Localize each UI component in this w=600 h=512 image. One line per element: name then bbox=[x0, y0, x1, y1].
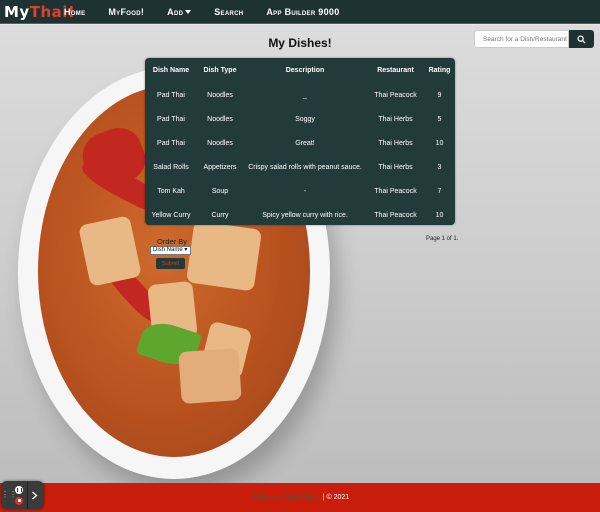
nav-add-dropdown[interactable]: Add bbox=[167, 6, 192, 17]
expand-button[interactable] bbox=[27, 481, 41, 509]
cell-dish-type: Appetizers bbox=[203, 163, 237, 171]
cell-dish-name: Pad Thai bbox=[157, 115, 185, 123]
cell-description: Soggy bbox=[295, 115, 315, 123]
cell-description: Spicy yellow curry with rice. bbox=[262, 211, 348, 219]
chicken-shape bbox=[186, 220, 262, 292]
page-title: My Dishes! bbox=[268, 36, 332, 50]
caret-down-icon bbox=[185, 10, 192, 15]
recorder-widget: ⋮⋮ bbox=[1, 481, 44, 509]
table-row[interactable]: Yellow Curry Curry Spicy yellow curry wi… bbox=[145, 203, 455, 227]
table-header-row: Dish Name Dish Type Description Restaura… bbox=[145, 58, 455, 83]
cell-rating: 7 bbox=[437, 187, 442, 195]
order-by-select[interactable]: Dish Name ▾ bbox=[150, 246, 191, 255]
cell-restaurant: Thai Peacock bbox=[374, 187, 417, 195]
cell-restaurant: Thai Peacock bbox=[374, 91, 417, 99]
stop-record-icon[interactable] bbox=[15, 496, 23, 505]
brand-my: My bbox=[4, 2, 30, 21]
table-row[interactable]: Pad Thai Noodles Soggy Thai Herbs 5 bbox=[145, 107, 455, 131]
cell-dish-name: Salad Rolls bbox=[153, 163, 189, 171]
dishes-table: Dish Name Dish Type Description Restaura… bbox=[145, 58, 455, 225]
table-row[interactable]: Pad Thai Noodles Great! Thai Herbs 10 bbox=[145, 131, 455, 155]
cell-dish-type: Noodles bbox=[207, 115, 233, 123]
footer-author: Katherine Nahe Mettler bbox=[250, 494, 323, 501]
header-dish-name[interactable]: Dish Name bbox=[145, 58, 197, 83]
submit-button[interactable]: Submit bbox=[156, 258, 185, 269]
brand-logo[interactable]: MyThai! bbox=[0, 2, 75, 21]
nav-app-builder[interactable]: App Builder 9000 bbox=[266, 7, 339, 17]
cell-description: Great! bbox=[295, 139, 315, 147]
header-dish-type[interactable]: Dish Type bbox=[197, 58, 243, 83]
header-rating[interactable]: Rating bbox=[424, 58, 455, 83]
footer-copyright: | © 2021 bbox=[322, 494, 350, 501]
cell-dish-type: Soup bbox=[211, 187, 229, 195]
table-row[interactable]: Tom Kah Soup - Thai Peacock 7 bbox=[145, 179, 455, 203]
nav-search[interactable]: Search bbox=[214, 7, 243, 17]
pagination-text: Page 1 of 1. bbox=[426, 236, 459, 242]
cell-rating: 5 bbox=[437, 115, 442, 123]
order-by-selected: Dish Name bbox=[153, 247, 183, 253]
table-row[interactable]: Pad Thai Noodles _ Thai Peacock 9 bbox=[145, 83, 455, 107]
nav-myfood[interactable]: MyFood! bbox=[108, 7, 144, 17]
chevron-right-icon bbox=[32, 491, 38, 499]
cell-restaurant: Thai Peacock bbox=[374, 211, 417, 219]
header-restaurant[interactable]: Restaurant bbox=[367, 58, 424, 83]
cell-dish-name: Tom Kah bbox=[157, 187, 185, 195]
cell-rating: 9 bbox=[437, 91, 442, 99]
cell-rating: 3 bbox=[437, 163, 442, 171]
cell-dish-name: Pad Thai bbox=[157, 139, 185, 147]
cell-dish-type: Noodles bbox=[207, 139, 233, 147]
drag-handle-icon[interactable]: ⋮⋮ bbox=[1, 491, 17, 499]
cell-restaurant: Thai Herbs bbox=[378, 115, 413, 123]
cell-restaurant: Thai Herbs bbox=[378, 139, 413, 147]
footer: Katherine Nahe Mettler | © 2021 bbox=[0, 483, 600, 512]
cell-dish-type: Noodles bbox=[207, 91, 233, 99]
cell-description: - bbox=[303, 187, 307, 195]
nav-home[interactable]: Home bbox=[64, 7, 85, 17]
table-row[interactable]: Salad Rolls Appetizers Crispy salad roll… bbox=[145, 155, 455, 179]
pause-icon[interactable] bbox=[15, 485, 23, 494]
nav-add-label: Add bbox=[167, 6, 184, 17]
cell-dish-type: Curry bbox=[211, 211, 229, 219]
cell-rating: 10 bbox=[435, 139, 444, 147]
cell-rating: 10 bbox=[435, 211, 444, 219]
chicken-shape bbox=[178, 347, 242, 405]
navbar: MyThai! Home MyFood! Add Search App Buil… bbox=[0, 0, 600, 24]
header-description[interactable]: Description bbox=[243, 58, 367, 83]
cell-description: Crispy salad rolls with peanut sauce. bbox=[248, 163, 362, 171]
cell-restaurant: Thai Herbs bbox=[378, 163, 413, 171]
order-by-label: Order By bbox=[157, 237, 188, 246]
cell-dish-name: Yellow Curry bbox=[151, 211, 191, 219]
cell-dish-name: Pad Thai bbox=[157, 91, 185, 99]
cell-description: _ bbox=[303, 91, 307, 99]
